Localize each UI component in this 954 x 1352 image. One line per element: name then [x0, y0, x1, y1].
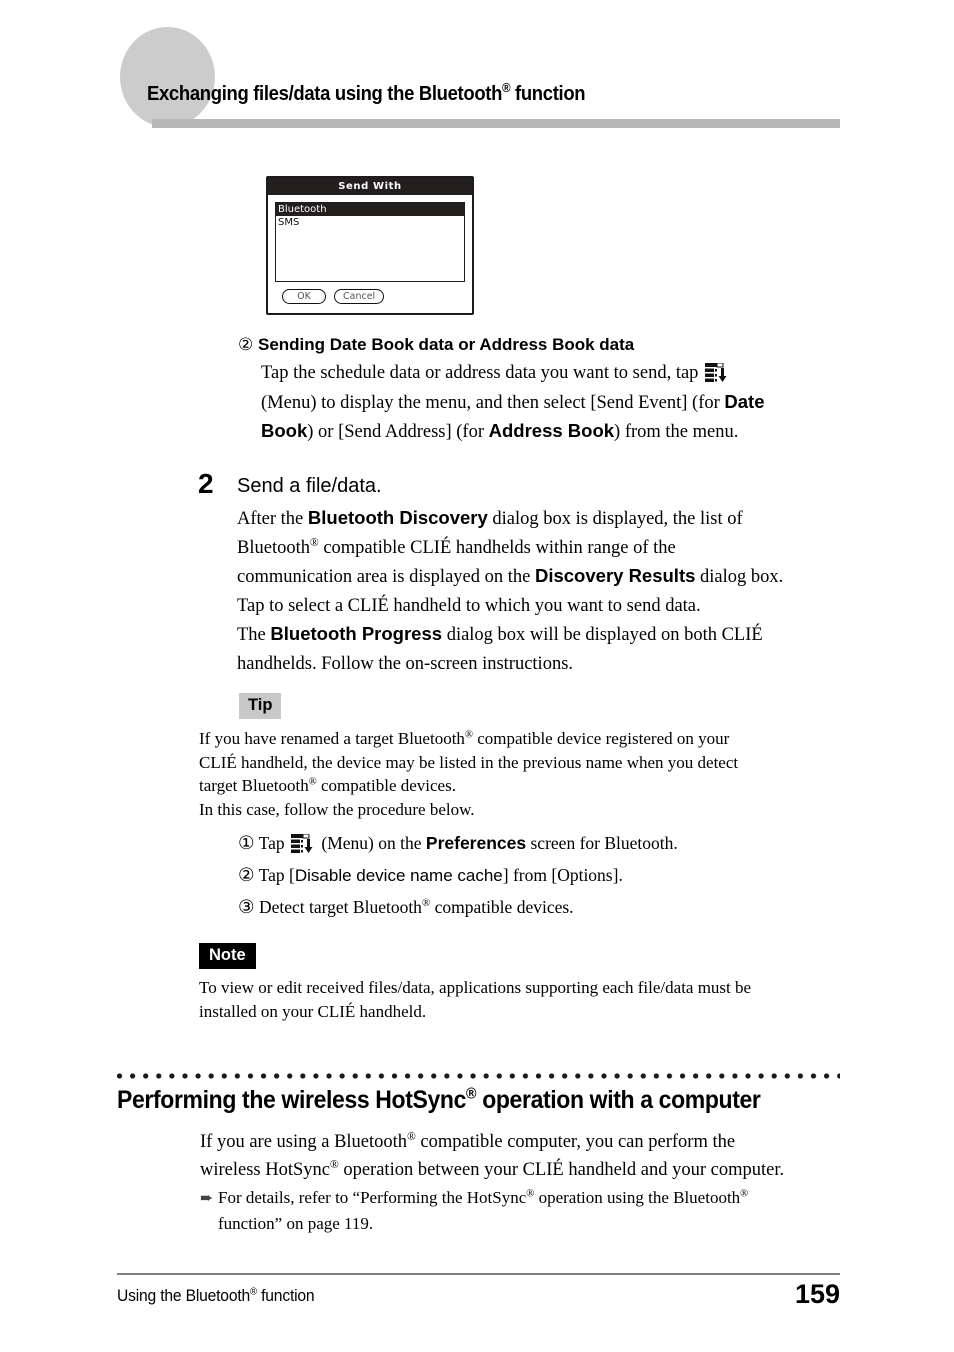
page-header: Exchanging files/data using the Bluetoot…: [0, 0, 954, 140]
step-title: Send a file/data.: [237, 475, 382, 497]
step-body: After the Bluetooth Discovery dialog box…: [237, 504, 847, 678]
tip-step-1-marker: ①: [238, 834, 255, 854]
substep-line2: (Menu) to display the menu, and then sel…: [261, 392, 725, 413]
registered-mark: ®: [740, 1188, 749, 1200]
section-p2a: wireless HotSync: [200, 1160, 330, 1180]
cancel-button[interactable]: Cancel: [334, 289, 385, 304]
section-paragraph: If you are using a Bluetooth® compatible…: [200, 1128, 850, 1184]
send-with-list[interactable]: Bluetooth SMS: [275, 202, 465, 282]
menu-icon: [291, 832, 315, 853]
substep-bold-addressbook: Address Book: [488, 420, 615, 441]
tip-step-2: ② Tap [Disable device name cache] from […: [238, 860, 678, 892]
step-l2b: compatible CLIÉ handhelds within range o…: [318, 537, 676, 558]
list-item-bluetooth[interactable]: Bluetooth: [276, 203, 464, 216]
note-body: To view or edit received files/data, app…: [199, 976, 849, 1023]
substep-heading: ② Sending Date Book data or Address Book…: [238, 335, 634, 355]
substep-body: Tap the schedule data or address data yo…: [261, 359, 841, 447]
tip-step-1: ① Tap (Menu) on the Preferences screen f…: [238, 828, 678, 860]
cross-reference-text: For details, refer to “Performing the Ho…: [218, 1185, 860, 1237]
step-l3c: dialog box.: [695, 567, 784, 587]
tip-step-1-post: screen for Bluetooth.: [526, 833, 678, 853]
substep-bold-date: Date: [724, 390, 765, 412]
tip-l1b: compatible device registered on your: [472, 729, 730, 748]
note-l1: To view or edit received files/data, app…: [199, 978, 752, 997]
note-label: Note: [199, 943, 256, 969]
section-p2b: operation between your CLIÉ handheld and…: [338, 1160, 785, 1180]
menu-icon: [705, 362, 729, 382]
registered-mark: ®: [330, 1158, 339, 1171]
dialog-body: Bluetooth SMS OK Cancel: [268, 195, 472, 304]
tip-step-1-pre: Tap: [258, 833, 285, 853]
dialog-title: Send With: [338, 181, 402, 192]
section-heading: Performing the wireless HotSync® operati…: [117, 1085, 761, 1114]
tip-body: If you have renamed a target Bluetooth® …: [199, 727, 849, 821]
registered-mark: ®: [421, 897, 431, 910]
tip-l3a: target Bluetooth: [199, 776, 309, 795]
registered-mark: ®: [407, 1130, 416, 1143]
step-l1c: dialog box is displayed, the list of: [487, 509, 743, 529]
dialog-titlebar: Send With: [268, 178, 472, 195]
step-l5c: dialog box will be displayed on both CLI…: [442, 625, 763, 645]
section-p1b: compatible computer, you can perform the: [415, 1132, 736, 1152]
tip-step-2-marker: ②: [238, 866, 255, 886]
tip-step-3-post: compatible devices.: [430, 897, 574, 917]
ok-button[interactable]: OK: [282, 289, 326, 304]
footer-rule: [117, 1273, 840, 1275]
tip-step-2-pre: Tap [: [258, 865, 295, 885]
substep-bold-book: Book: [261, 420, 308, 441]
cross-reference[interactable]: ➨ For details, refer to “Performing the …: [200, 1185, 860, 1237]
substep-marker: ②: [238, 335, 254, 354]
step-l6: handhelds. Follow the on-screen instruct…: [237, 653, 574, 674]
substep-line3a: ) or [Send Address] (for: [307, 422, 489, 442]
substep-line3b: ) from the menu.: [614, 422, 739, 442]
registered-mark: ®: [466, 1085, 477, 1103]
ref-a: For details, refer to “Performing the Ho…: [218, 1188, 527, 1207]
ref-c: function” on page 119.: [218, 1214, 374, 1233]
registered-mark: ®: [308, 776, 317, 788]
step-bold-results: Discovery Results: [534, 565, 696, 586]
tip-l2: CLIÉ handheld, the device may be listed …: [199, 752, 739, 772]
tip-step-2-sans: Disable device name cache: [294, 866, 503, 885]
step-bold-discovery: Bluetooth Discovery: [307, 507, 488, 528]
arrow-right-icon: ➨: [200, 1190, 214, 1207]
substep-heading-text: Sending Date Book data or Address Book d…: [257, 335, 635, 354]
footer-text: Using the Bluetooth® function: [117, 1285, 315, 1305]
tip-step-3: ③ Detect target Bluetooth® compatible de…: [238, 892, 678, 924]
tip-steps: ① Tap (Menu) on the Preferences screen f…: [238, 828, 678, 924]
step-number: 2: [198, 468, 214, 499]
note-l2: installed on your CLIÉ handheld.: [199, 1001, 427, 1021]
ref-b: operation using the Bluetooth: [534, 1188, 741, 1207]
registered-mark: ®: [502, 80, 511, 96]
tip-step-1-mid: (Menu) on the: [321, 833, 426, 853]
step-l5a: The: [237, 625, 271, 645]
step-l4: Tap to select a CLIÉ handheld to which y…: [237, 595, 701, 616]
header-rule-bar: [152, 119, 840, 128]
substep-line1: Tap the schedule data or address data yo…: [261, 363, 699, 383]
page-title: Exchanging files/data using the Bluetoot…: [147, 80, 586, 105]
tip-l1a: If you have renamed a target Bluetooth: [199, 729, 465, 748]
tip-step-2-post: ] from [Options].: [502, 865, 623, 885]
tip-step-1-bold: Preferences: [425, 833, 527, 853]
tip-step-3-pre: Detect target Bluetooth: [258, 897, 422, 917]
step-l1a: After the: [237, 509, 308, 529]
tip-step-3-marker: ③: [238, 898, 255, 918]
header-decorative-circle: [120, 27, 215, 127]
list-item-sms[interactable]: SMS: [276, 216, 464, 229]
tip-l3b: compatible devices.: [316, 776, 456, 795]
step-bold-progress: Bluetooth Progress: [270, 623, 443, 644]
step-l3a: communication area is displayed on the: [237, 567, 535, 587]
registered-mark: ®: [464, 729, 473, 741]
registered-mark: ®: [309, 536, 319, 549]
tip-l4: In this case, follow the procedure below…: [199, 799, 475, 819]
step-l2a: Bluetooth: [237, 537, 310, 558]
tip-label: Tip: [239, 693, 282, 719]
page-number: 159: [794, 1279, 840, 1309]
send-with-dialog-screenshot: Send With Bluetooth SMS OK Cancel: [266, 176, 474, 315]
dotted-rule: [117, 1073, 840, 1079]
dialog-button-row: OK Cancel: [275, 282, 465, 304]
section-p1a: If you are using a Bluetooth: [200, 1132, 408, 1152]
